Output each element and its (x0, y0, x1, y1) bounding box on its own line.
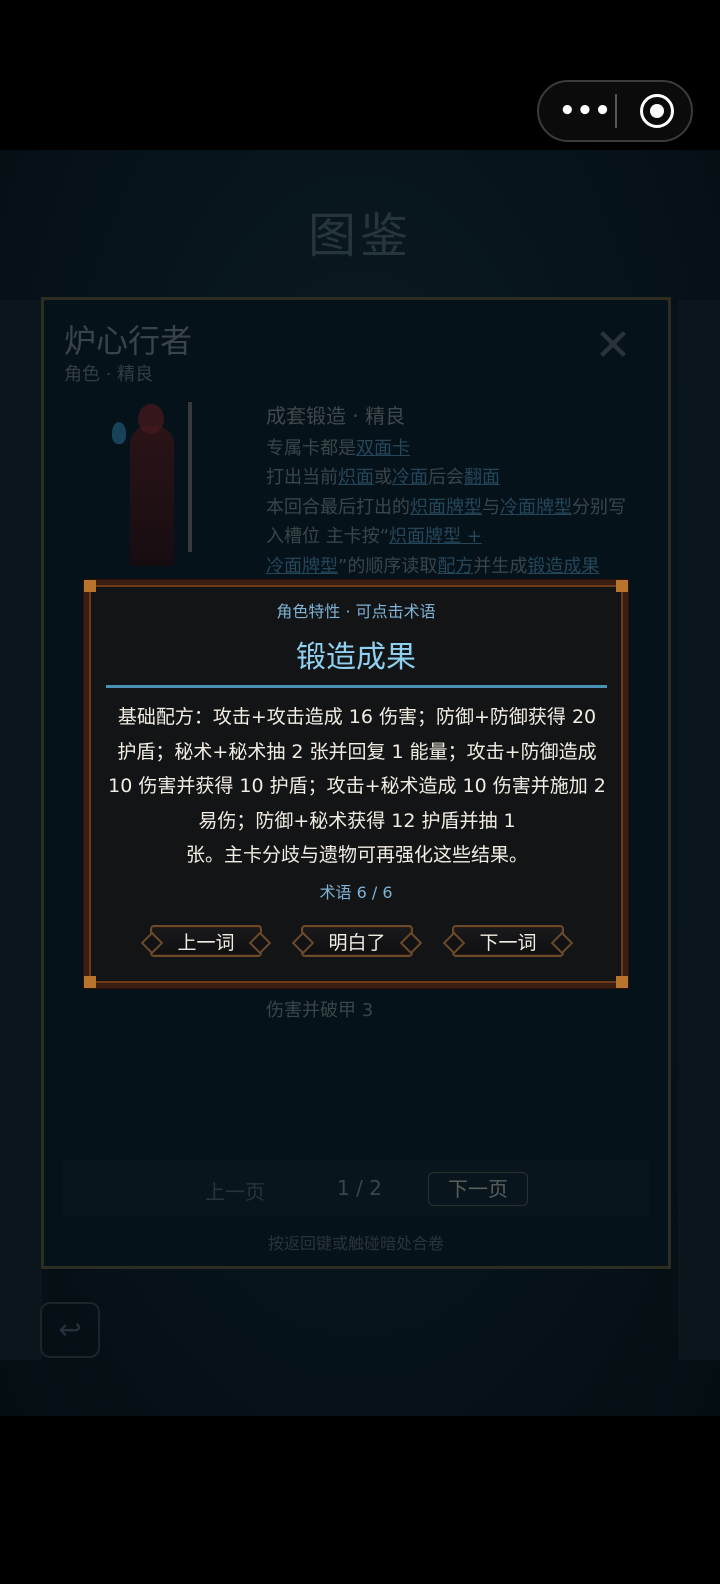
desc-line: 专属卡都是双面卡 (266, 437, 410, 459)
character-name: 炉心行者 (64, 322, 193, 360)
keyword-link[interactable]: 锻造成果 (527, 556, 599, 577)
keyword-link[interactable]: 冷面 (392, 467, 428, 488)
keyword-link[interactable]: 冷面牌型 (500, 497, 572, 518)
modal-body-line: 易伤；防御+秘术获得 12 护盾并抽 1 (198, 809, 516, 832)
character-description: 成套锻造 · 精良 专属卡都是双面卡 打出当前炽面或冷面后会翻面 本回合最后打出… (266, 402, 646, 581)
keyword-link[interactable]: 双面卡 (356, 438, 410, 459)
description-tail: 伤害并破甲 3 (266, 1000, 374, 1021)
next-term-label: 下一词 (479, 932, 537, 954)
mini-program-capsule: ••• (537, 80, 693, 142)
next-term-button[interactable]: 下一词 (442, 925, 574, 957)
keyword-link[interactable]: 配方 (437, 556, 473, 577)
keyword-link[interactable]: 翻面 (464, 467, 500, 488)
target-circle-icon[interactable] (640, 94, 674, 128)
portrait-body (130, 426, 174, 566)
page-indicator: 1 / 2 (337, 1176, 382, 1200)
prev-page-button[interactable]: 上一页 (205, 1176, 265, 1205)
character-subtitle: 角色 · 精良 (64, 364, 154, 385)
keyword-link[interactable]: 炽面牌型 (410, 497, 482, 518)
prev-term-label: 上一词 (177, 932, 235, 954)
term-counter: 术语 6 / 6 (319, 883, 393, 902)
system-top-bar: ••• (0, 0, 720, 150)
blue-flame (112, 422, 126, 444)
keyword-link[interactable]: 冷面牌型 (266, 556, 338, 577)
ok-button[interactable]: 明白了 (291, 925, 423, 957)
modal-body-line: 护盾；秘术+秘术抽 2 张并回复 1 能量；攻击+防御造成 (117, 740, 597, 763)
page-title: 图鉴 (307, 208, 412, 264)
left-pillar (0, 300, 42, 1360)
modal-body-line: 10 伤害并获得 10 护盾；攻击+秘术造成 10 伤害并施加 2 (108, 775, 606, 797)
next-page-button[interactable]: 下一页 (428, 1172, 528, 1206)
frame-corner (616, 580, 628, 592)
portrait-head (138, 404, 164, 434)
return-arrow-icon[interactable]: ↩ (40, 1302, 100, 1358)
modal-body: 基础配方：攻击+攻击造成 16 伤害；防御+防御获得 20 护盾；秘术+秘术抽 … (104, 700, 610, 873)
frame-corner (616, 976, 628, 988)
keyword-link[interactable]: 炽面牌型 + (389, 526, 482, 547)
close-hint: 按返回键或触碰暗处合卷 (267, 1234, 444, 1253)
desc-line: 冷面牌型”的顺序读取配方并生成锻造成果 (266, 555, 600, 577)
bottom-bar (0, 1416, 720, 1584)
frame-corner (84, 976, 96, 988)
frame-corner (84, 580, 96, 592)
set-heading: 成套锻造 · 精良 (266, 404, 406, 428)
more-dots-icon[interactable]: ••• (559, 82, 612, 140)
modal-body-line: 基础配方：攻击+攻击造成 16 伤害；防御+防御获得 20 (117, 706, 597, 728)
modal-tag: 角色特性 · 可点击术语 (276, 602, 436, 621)
desc-line: 本回合最后打出的炽面牌型与冷面牌型分别写 (266, 496, 626, 518)
staff (188, 402, 192, 552)
right-pillar (678, 300, 720, 1360)
character-portrait (96, 396, 216, 571)
close-icon[interactable]: ✕ (590, 323, 636, 369)
capsule-divider (615, 94, 617, 128)
desc-line: 入槽位 主卡按“炽面牌型 + (266, 526, 482, 547)
desc-line: 打出当前炽面或冷面后会翻面 (266, 467, 500, 488)
prev-term-button[interactable]: 上一词 (140, 925, 272, 957)
keyword-link[interactable]: 炽面 (338, 467, 374, 488)
ok-label: 明白了 (328, 932, 386, 954)
modal-divider (106, 685, 607, 688)
modal-title: 锻造成果 (296, 640, 416, 675)
modal-body-line: 张。主卡分歧与遗物可再强化这些结果。 (185, 844, 528, 866)
